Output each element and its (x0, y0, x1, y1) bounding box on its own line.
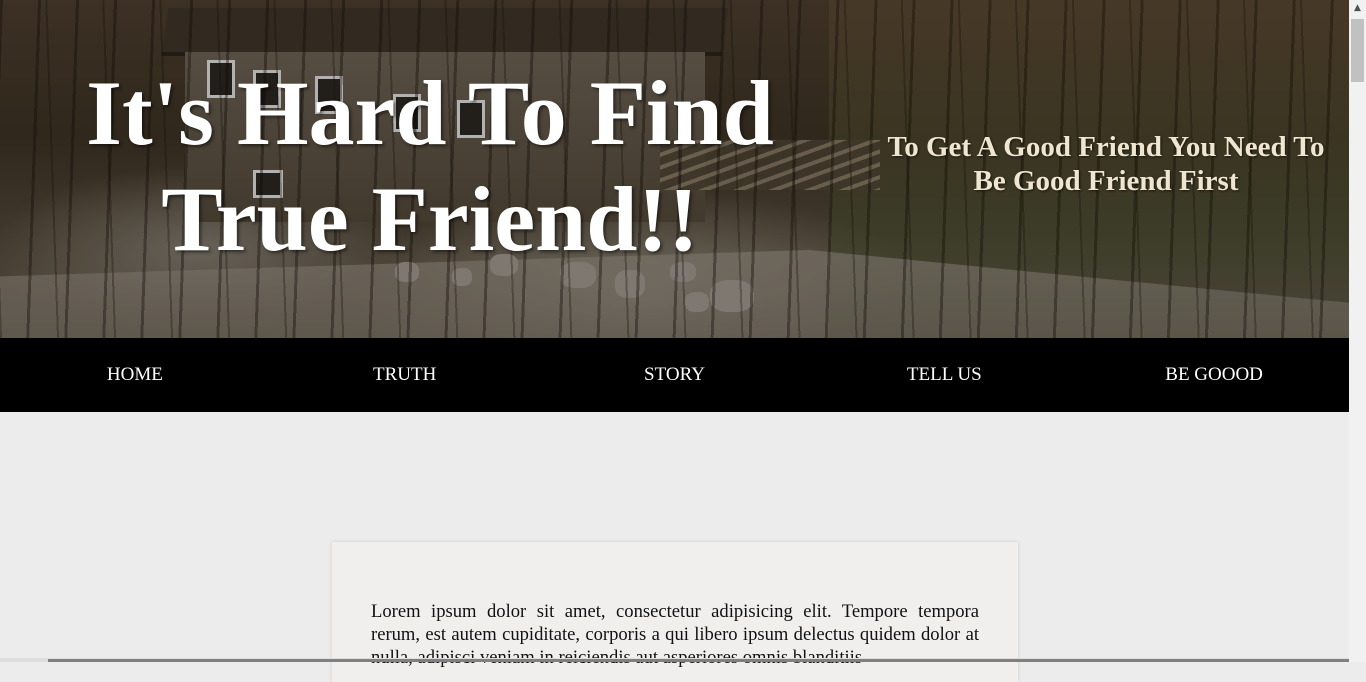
nav-item-story[interactable]: STORY (540, 338, 810, 412)
nav-item-home[interactable]: HOME (0, 338, 270, 412)
main-navigation: HOME TRUTH STORY TELL US BE GOOOD (0, 338, 1349, 412)
scroll-up-arrow-icon[interactable]: ▲ (1349, 0, 1366, 17)
nav-item-be-goood[interactable]: BE GOOOD (1079, 338, 1349, 412)
vertical-scrollbar[interactable]: ▲ (1349, 0, 1366, 662)
nav-item-tell-us[interactable]: TELL US (809, 338, 1079, 412)
hero-title: It's Hard To Find True Friend!! (86, 62, 774, 270)
hero-subtitle: To Get A Good Friend You Need To Be Good… (887, 131, 1325, 197)
hero-banner: It's Hard To Find True Friend!! To Get A… (0, 0, 1349, 338)
nav-item-truth[interactable]: TRUTH (270, 338, 540, 412)
scrollbar-thumb[interactable] (1351, 19, 1364, 82)
